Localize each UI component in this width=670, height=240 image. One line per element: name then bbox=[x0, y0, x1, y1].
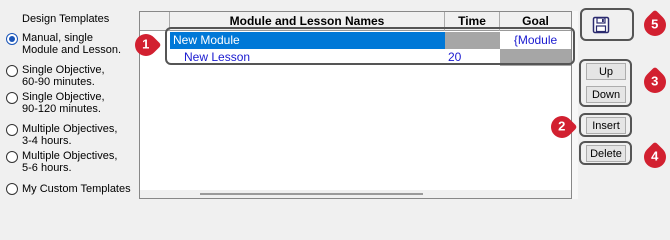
grid-rows-highlight bbox=[165, 27, 575, 65]
template-option-multiple-3-4[interactable]: Multiple Objectives, 3-4 hours. bbox=[6, 123, 117, 147]
scrollbar-thumb[interactable] bbox=[200, 193, 423, 195]
template-option-label: My Custom Templates bbox=[22, 183, 131, 195]
template-option-manual[interactable]: Manual, single Module and Lesson. bbox=[6, 32, 121, 56]
template-option-single-60-90[interactable]: Single Objective, 60-90 minutes. bbox=[6, 64, 105, 88]
template-option-label: Multiple Objectives, bbox=[22, 150, 118, 162]
radio-icon[interactable] bbox=[6, 183, 18, 195]
radio-icon[interactable] bbox=[6, 151, 18, 163]
template-option-label: Multiple Objectives, bbox=[22, 123, 118, 135]
template-option-label: 5-6 hours. bbox=[22, 162, 72, 174]
template-option-label: 60-90 minutes. bbox=[22, 76, 95, 88]
callout-marker-5: 5 bbox=[639, 9, 670, 41]
template-option-custom[interactable]: My Custom Templates bbox=[6, 182, 131, 196]
save-button[interactable] bbox=[587, 12, 615, 38]
insert-button[interactable]: Insert bbox=[586, 117, 626, 134]
radio-icon[interactable] bbox=[6, 92, 18, 104]
design-templates-heading: Design Templates bbox=[22, 13, 110, 25]
template-option-multiple-5-6[interactable]: Multiple Objectives, 5-6 hours. bbox=[6, 150, 117, 174]
template-option-label: 90-120 minutes. bbox=[22, 103, 101, 115]
template-option-label: Single Objective, bbox=[22, 91, 105, 103]
radio-icon[interactable] bbox=[6, 65, 18, 77]
move-up-button[interactable]: Up bbox=[586, 63, 626, 80]
callout-marker-3: 3 bbox=[639, 66, 670, 98]
template-option-single-90-120[interactable]: Single Objective, 90-120 minutes. bbox=[6, 91, 105, 115]
template-option-label: 3-4 hours. bbox=[22, 135, 72, 147]
delete-button[interactable]: Delete bbox=[586, 145, 626, 162]
template-option-label: Module and Lesson. bbox=[22, 44, 122, 56]
callout-marker-4: 4 bbox=[639, 141, 670, 173]
horizontal-scrollbar[interactable] bbox=[140, 190, 571, 198]
radio-selected-icon[interactable] bbox=[6, 33, 18, 45]
move-down-button[interactable]: Down bbox=[586, 86, 626, 103]
template-option-label: Manual, single bbox=[22, 32, 93, 44]
template-option-label: Single Objective, bbox=[22, 64, 105, 76]
floppy-disk-icon bbox=[592, 16, 610, 34]
radio-icon[interactable] bbox=[6, 124, 18, 136]
